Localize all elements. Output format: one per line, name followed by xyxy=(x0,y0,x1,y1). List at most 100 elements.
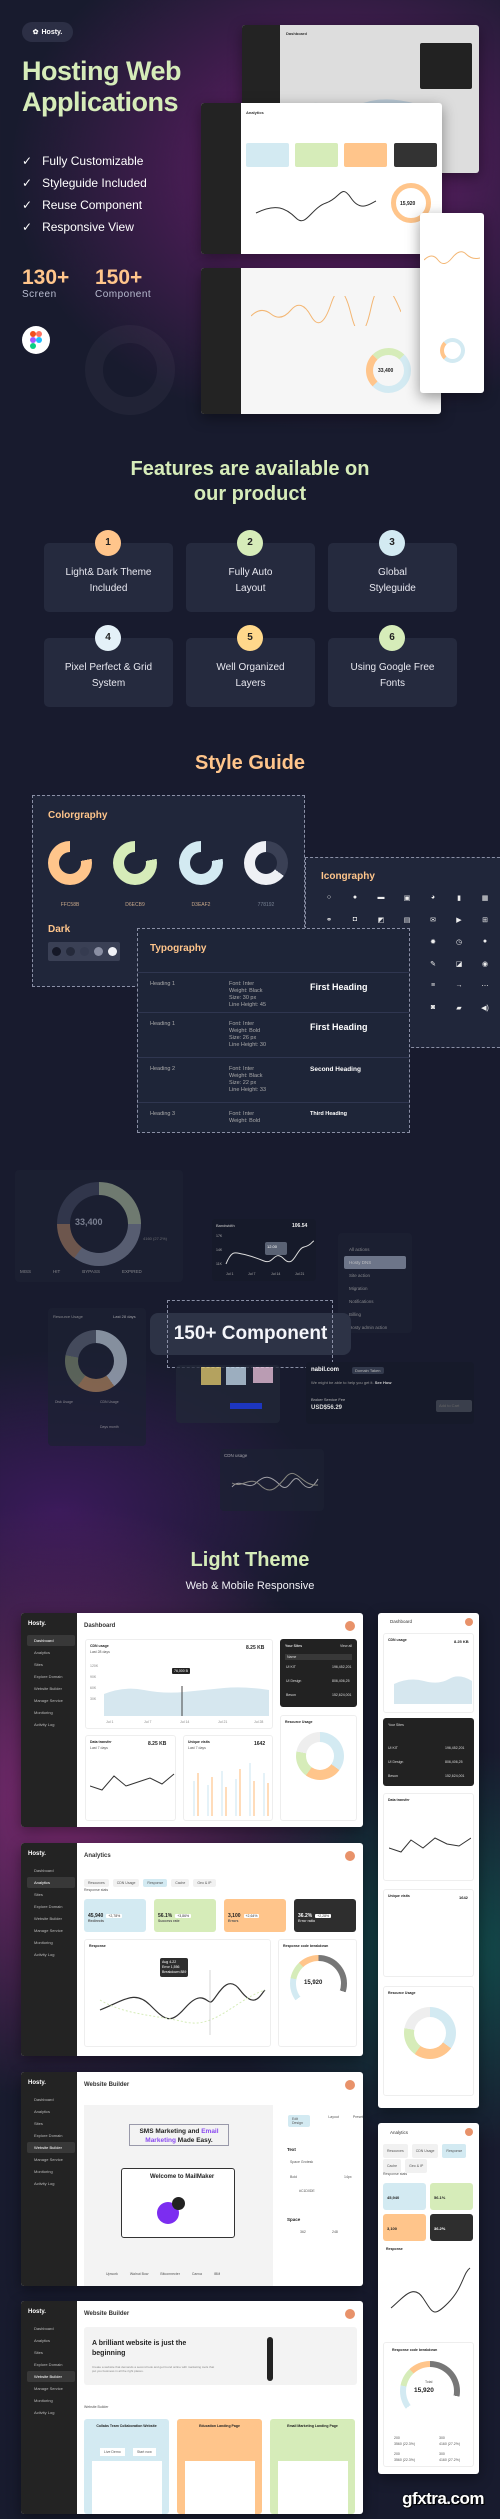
sidebar: Hosty. Dashboard Analytics Sites Explore Do… xyxy=(21,1613,77,1827)
donut-card: 33,400 4160 (27.2%) MISS HIT BYPASS EXPIRED xyxy=(15,1170,183,1282)
feature-checklist: ✓ Fully Customizable ✓ Styleguide Included… xyxy=(22,150,147,238)
avatar xyxy=(345,1621,355,1631)
image-icon: ▣ xyxy=(403,895,411,902)
avatar xyxy=(345,1851,355,1861)
camera-icon: ◙ xyxy=(430,1004,436,1011)
plus-square-icon: ⊞ xyxy=(482,917,488,924)
domain-card: nabil.com Domain Taken We might be able … xyxy=(306,1362,474,1424)
live-demo-button[interactable]: Live Demo xyxy=(100,2448,125,2456)
feature-card: 5 Well Organized Layers xyxy=(186,625,315,707)
menu-item[interactable]: Site action xyxy=(349,1269,406,1282)
tab[interactable]: CDN Usage xyxy=(112,1879,140,1887)
nav-item[interactable]: Activity Log xyxy=(27,2407,75,2418)
resource-card: Resource Usage Last 28 days Disk Usage C… xyxy=(48,1308,146,1446)
nav-item[interactable]: Analytics xyxy=(27,2106,75,2117)
type-row: Heading 1 Font: Inter Weight: Black Size: 3… xyxy=(138,972,409,1012)
nav-item[interactable]: Manage Service xyxy=(27,1925,75,1936)
check-icon: ✓ xyxy=(22,154,33,168)
nav-item[interactable]: Dashboard xyxy=(27,1865,75,1876)
check-icon: ✓ xyxy=(22,220,33,234)
nav-item[interactable]: Explore Domain xyxy=(27,2130,75,2141)
tab[interactable]: Cache xyxy=(171,1879,190,1887)
nav-item[interactable]: Explore Domain xyxy=(27,1671,75,1682)
target-icon: ◉ xyxy=(481,961,489,968)
nav-item[interactable]: Dashboard xyxy=(27,2323,75,2334)
nav-item[interactable]: Activity Log xyxy=(27,2178,75,2189)
typography-panel: Typography Heading 1 Font: Inter Weight: B… xyxy=(137,928,410,1133)
menu-item[interactable]: Hosty admin action xyxy=(349,1321,406,1334)
builder-preview xyxy=(176,1365,280,1423)
nav-item[interactable]: Activity Log xyxy=(27,1949,75,1960)
hero-title: Hosting Web Applications xyxy=(22,56,182,117)
feature-card: 3 Global Styleguide xyxy=(328,530,457,612)
tab[interactable]: Resources xyxy=(84,1879,109,1887)
tab[interactable]: Response xyxy=(143,1879,168,1887)
info-icon: ● xyxy=(482,938,488,945)
search-filled-icon: ● xyxy=(352,894,358,901)
style-guide-title: Style Guide xyxy=(194,752,306,774)
nav-item[interactable]: Monitoring xyxy=(27,1707,75,1718)
color-swatch xyxy=(48,841,92,885)
nav-item[interactable]: Dashboard xyxy=(27,2094,75,2105)
nav-item[interactable]: Website Builder xyxy=(27,2371,75,2382)
nav-item[interactable]: Sites xyxy=(27,1889,75,1900)
video-icon: ▶ xyxy=(456,917,462,924)
nav-item[interactable]: Website Builder xyxy=(27,1913,75,1924)
bandwidth-card: Bandwidth 106.54 17K 14K 11K 12.00 Jul 1… xyxy=(212,1219,316,1281)
nav-item[interactable]: Sites xyxy=(27,2347,75,2358)
type-row: Heading 3 Font: Inter Weight: Bold Third He… xyxy=(138,1102,409,1132)
nav-item[interactable]: Sites xyxy=(27,1659,75,1670)
pen-icon: ✎ xyxy=(430,961,436,968)
nav-item[interactable]: Dashboard xyxy=(27,1635,75,1646)
nav-item[interactable]: Explore Domain xyxy=(27,1901,75,1912)
features-title: Features are available on our product xyxy=(130,458,370,505)
headline-text[interactable]: SMS Marketing and Email Marketing Made E… xyxy=(129,2124,229,2146)
nav-item[interactable]: Sites xyxy=(27,2118,75,2129)
nav-item[interactable]: Explore Domain xyxy=(27,2359,75,2370)
nav-item[interactable]: Analytics xyxy=(27,2335,75,2346)
nav-item[interactable]: Website Builder xyxy=(27,2142,75,2153)
tab[interactable]: Geo & IP xyxy=(193,1879,216,1887)
nav-item[interactable]: Activity Log xyxy=(27,1719,75,1730)
mobile-analytics: Analytics Resources CDN Usage ResponseCach… xyxy=(378,2123,479,2474)
bag-icon: ▰ xyxy=(456,1005,462,1012)
nav-item[interactable]: Manage Service xyxy=(27,1695,75,1706)
light-theme-subtitle: Web & Mobile Responsive xyxy=(185,1580,315,1592)
arrow-right-icon: → xyxy=(455,982,463,989)
color-swatch xyxy=(113,841,157,885)
nav-item[interactable]: Manage Service xyxy=(27,2383,75,2394)
feature-card: 1 Light& Dark Theme Included xyxy=(44,530,173,612)
nav-item[interactable]: Monitoring xyxy=(27,1937,75,1948)
nav-item[interactable]: Monitoring xyxy=(27,2395,75,2406)
menu-item[interactable]: All actions xyxy=(349,1243,406,1256)
legend-miss: MISS xyxy=(20,1269,32,1274)
nav-item[interactable]: Website Builder xyxy=(27,1683,75,1694)
color-swatch xyxy=(244,841,288,885)
menu-item[interactable]: Hosty DNS xyxy=(344,1256,406,1269)
logo-icon: ✿ xyxy=(32,29,39,36)
volume-icon: ◀) xyxy=(481,1005,489,1012)
settings-icon: ✹ xyxy=(430,939,436,946)
edit-icon: ◪ xyxy=(455,961,463,968)
stat-components: 150+ Component xyxy=(95,266,152,301)
start-now-button[interactable]: Start now xyxy=(133,2448,156,2456)
menu-item[interactable]: Billing xyxy=(349,1308,406,1321)
nav-item[interactable]: Analytics xyxy=(27,1877,75,1888)
add-to-cart-button[interactable]: Add to Cart xyxy=(436,1400,472,1412)
menu-item[interactable]: Notifications xyxy=(349,1295,406,1308)
nav-item[interactable]: Analytics xyxy=(27,1647,75,1658)
bookmark-icon: ▮ xyxy=(457,895,461,902)
avatar xyxy=(345,2309,355,2319)
desktop-website-builder-home: Hosty. Dashboard Analytics Sites Explore Do… xyxy=(21,2301,363,2514)
figma-icon xyxy=(22,326,50,354)
menu-item[interactable]: Migration xyxy=(349,1282,406,1295)
more-icon: ⋯ xyxy=(481,983,489,990)
decor-ring xyxy=(85,325,175,415)
desktop-dashboard: Hosty. Dashboard Analytics Sites Explore Do… xyxy=(21,1613,363,1827)
calendar-icon: ▤ xyxy=(403,917,411,924)
grid-icon: ▦ xyxy=(481,895,489,902)
nav-item[interactable]: Manage Service xyxy=(27,2154,75,2165)
check-icon: ✓ xyxy=(22,176,33,190)
type-row: Heading 1 Font: Inter Weight: Bold Size: 26… xyxy=(138,1012,409,1052)
nav-item[interactable]: Monitoring xyxy=(27,2166,75,2177)
